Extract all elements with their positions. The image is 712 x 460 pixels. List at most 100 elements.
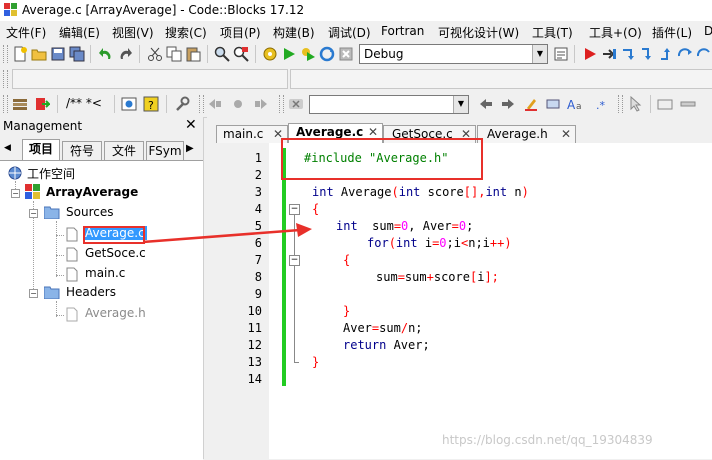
close-icon[interactable]: ✕ <box>561 126 571 143</box>
search-previous-icon[interactable] <box>478 96 494 112</box>
toolbar-grip[interactable] <box>618 95 623 113</box>
selected-text-only-icon[interactable] <box>545 96 561 112</box>
incremental-search-input[interactable]: ▼ <box>309 95 469 114</box>
menu-more[interactable]: D <box>704 24 712 38</box>
menu-edit[interactable]: 编辑(E) <box>59 24 100 41</box>
save-icon[interactable] <box>50 46 66 62</box>
tree-workspace[interactable]: 工作空间 <box>27 165 75 182</box>
wx-frame-icon[interactable] <box>657 96 673 112</box>
doxygen-wizard-icon[interactable] <box>12 96 28 112</box>
tab-scroll-left-icon[interactable]: ◀ <box>4 143 11 153</box>
collapse-project-icon[interactable]: − <box>11 189 20 198</box>
redo-icon[interactable] <box>117 46 133 62</box>
find-icon[interactable] <box>214 46 230 62</box>
chevron-down-icon[interactable]: ▼ <box>453 96 468 113</box>
tree-file-average-h[interactable]: Average.h <box>85 306 146 320</box>
code-token: int <box>395 236 418 250</box>
fold-toggle-icon[interactable]: − <box>289 204 300 215</box>
file-icon <box>66 247 78 262</box>
code-token: ]; <box>484 270 499 284</box>
menu-view[interactable]: 视图(V) <box>112 24 154 41</box>
highlight-icon[interactable] <box>523 96 539 112</box>
paste-icon[interactable] <box>185 46 201 62</box>
next-line-icon[interactable] <box>620 46 636 62</box>
close-icon[interactable]: ✕ <box>185 117 197 133</box>
match-case-icon[interactable]: Aa <box>567 96 583 112</box>
abort-icon[interactable] <box>338 46 354 62</box>
tab-average-h[interactable]: Average.h ✕ <box>477 125 576 143</box>
menu-plugins[interactable]: 插件(L) <box>652 24 692 41</box>
toolbar-grip[interactable] <box>279 95 284 113</box>
search-next-icon[interactable] <box>500 96 516 112</box>
build-target-select[interactable]: Debug ▼ <box>359 44 548 64</box>
doxygen-extract-icon[interactable] <box>34 96 50 112</box>
toolbar-grip[interactable] <box>3 45 8 63</box>
next-instruction-icon[interactable] <box>677 46 693 62</box>
build-icon[interactable] <box>262 46 278 62</box>
toolbar-grip[interactable] <box>3 70 8 88</box>
run-to-cursor-icon[interactable] <box>601 46 617 62</box>
toolbar-grip[interactable] <box>3 95 8 113</box>
block-comment-button[interactable]: /** *< <box>66 96 102 110</box>
undo-icon[interactable] <box>98 46 114 62</box>
code-line-4: { <box>312 202 320 216</box>
menu-debug[interactable]: 调试(D) <box>328 24 371 41</box>
open-file-icon[interactable] <box>31 46 47 62</box>
run-icon[interactable] <box>281 46 297 62</box>
toolbar-grip[interactable] <box>199 95 204 113</box>
scope-select[interactable] <box>12 69 288 89</box>
tab-projects[interactable]: 项目 <box>22 139 60 161</box>
step-instruction-icon[interactable] <box>696 46 712 62</box>
tab-files[interactable]: 文件 <box>104 141 144 160</box>
tree-headers-folder[interactable]: Headers <box>66 285 116 299</box>
code-token: Aver <box>343 321 372 335</box>
step-into-icon[interactable] <box>639 46 655 62</box>
code-line-13: } <box>312 355 320 369</box>
new-file-icon[interactable] <box>12 46 28 62</box>
target-options-icon[interactable] <box>553 46 569 62</box>
bookmark-dot-icon[interactable] <box>230 96 246 112</box>
save-all-icon[interactable] <box>69 46 85 62</box>
menu-project[interactable]: 项目(P) <box>220 24 261 41</box>
collapse-sources-icon[interactable]: − <box>29 209 38 218</box>
tree-project[interactable]: ArrayAverage <box>46 185 138 199</box>
tree-file-getsoce-c[interactable]: GetSoce.c <box>85 246 146 260</box>
tab-symbols[interactable]: 符号 <box>62 141 102 160</box>
toolbar-separator <box>207 45 208 63</box>
help-icon[interactable]: ? <box>143 96 159 112</box>
jump-forward-icon[interactable] <box>253 96 269 112</box>
copy-icon[interactable] <box>166 46 182 62</box>
code-line-10: } <box>343 304 351 318</box>
jump-back-icon[interactable] <box>207 96 223 112</box>
menu-search[interactable]: 搜索(C) <box>165 24 207 41</box>
wx-panel-icon[interactable] <box>680 96 696 112</box>
replace-icon[interactable] <box>233 46 249 62</box>
menu-file[interactable]: 文件(F) <box>6 24 46 41</box>
tab-fsymbols[interactable]: FSym <box>146 141 184 160</box>
menu-fortran[interactable]: Fortran <box>381 24 424 38</box>
chevron-down-icon[interactable]: ▼ <box>532 45 547 63</box>
menu-tools[interactable]: 工具(T) <box>532 24 573 41</box>
tab-scroll-right-icon[interactable]: ▶ <box>186 143 194 154</box>
tree-file-main-c[interactable]: main.c <box>85 266 125 280</box>
html-docs-icon[interactable] <box>121 96 137 112</box>
menu-build[interactable]: 构建(B) <box>273 24 315 41</box>
menu-wxsmith[interactable]: 可视化设计(W) <box>438 24 519 41</box>
regex-icon[interactable]: .* <box>595 96 611 112</box>
cut-icon[interactable] <box>147 46 163 62</box>
tools-wrench-icon[interactable] <box>174 96 190 112</box>
function-select[interactable] <box>290 69 712 89</box>
rebuild-icon[interactable] <box>319 46 335 62</box>
pointer-tool-icon[interactable] <box>627 96 643 112</box>
tab-main-c[interactable]: main.c ✕ <box>216 125 288 143</box>
build-and-run-icon[interactable] <box>300 46 316 62</box>
menu-tools-plus[interactable]: 工具+(O) <box>589 24 642 41</box>
line-number: 9 <box>254 287 262 301</box>
tree-sources-folder[interactable]: Sources <box>66 205 113 219</box>
clear-search-icon[interactable] <box>288 96 304 112</box>
debug-start-icon[interactable] <box>582 46 598 62</box>
step-out-icon[interactable] <box>658 46 674 62</box>
fold-toggle-icon[interactable]: − <box>289 255 300 266</box>
management-panel: Management ✕ ◀ 项目 符号 文件 FSym ▶ 工作空间 − Ar… <box>0 117 204 460</box>
collapse-headers-icon[interactable]: − <box>29 289 38 298</box>
